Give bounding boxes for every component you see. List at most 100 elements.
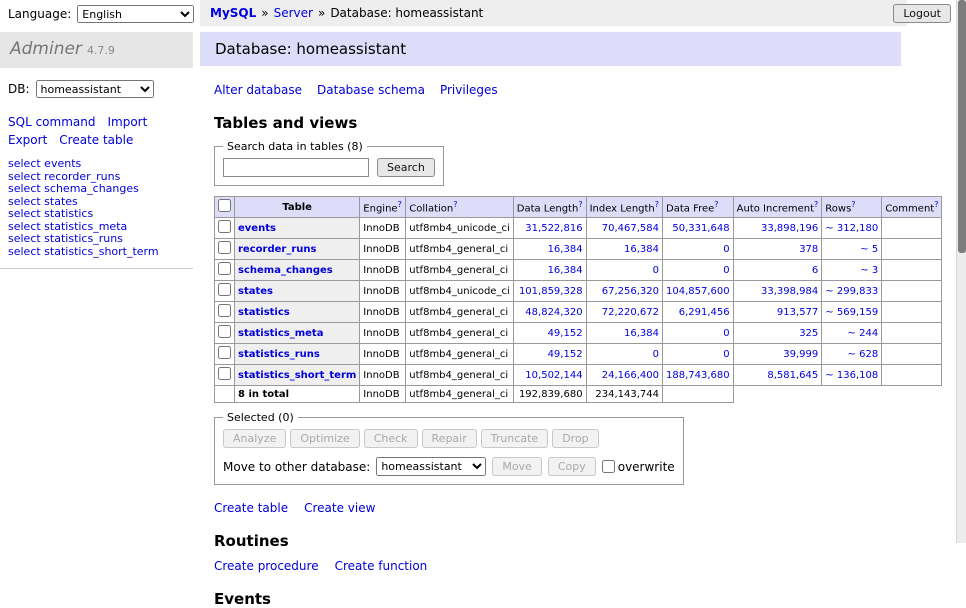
sidebar-actions: SQL command Import Export Create table [8,113,185,149]
overwrite-checkbox[interactable] [602,460,615,473]
help-icon[interactable]: ? [814,200,818,209]
total-data-length: 192,839,680 [513,386,586,403]
search-input[interactable] [223,158,369,177]
rows-count-link[interactable]: ~ 628 [848,349,879,360]
help-icon[interactable]: ? [934,200,938,209]
select-all-checkbox[interactable] [218,199,231,212]
table-link[interactable]: statistics [238,307,290,318]
table-link[interactable]: statistics_meta [238,328,323,339]
col-header-data-free: Data Free? [663,197,734,218]
comment-cell [882,260,942,281]
row-checkbox[interactable] [218,346,231,359]
rows-count-cell: ~ 312,180 [822,218,882,239]
db-select[interactable]: homeassistant [36,80,154,98]
rows-count-link[interactable]: ~ 136,108 [825,370,878,381]
help-icon[interactable]: ? [453,200,457,209]
table-link[interactable]: states [238,286,273,297]
analyze-button[interactable]: Analyze [223,429,286,448]
row-checkbox[interactable] [218,241,231,254]
database-schema-link[interactable]: Database schema [317,83,425,97]
collation-cell: utf8mb4_general_ci [406,365,513,386]
rows-count-link[interactable]: ~ 5 [860,244,878,255]
collation-cell: utf8mb4_general_ci [406,302,513,323]
sidebar-item-select-statistics-runs[interactable]: select statistics_runs [8,233,185,246]
copy-button[interactable]: Copy [548,457,596,476]
breadcrumb-server-link[interactable]: Server [274,6,313,20]
create-table-link[interactable]: Create table [59,133,133,147]
move-db-select[interactable]: homeassistant [376,457,486,476]
index-length-cell: 24,166,400 [586,365,662,386]
sidebar-item-select-statistics-short-term[interactable]: select statistics_short_term [8,246,185,259]
table-row: statistics_runs InnoDB utf8mb4_general_c… [215,344,942,365]
collation-cell: utf8mb4_general_ci [406,260,513,281]
table-link[interactable]: schema_changes [238,265,333,276]
data-length-cell: 49,152 [513,323,586,344]
rows-count-link[interactable]: ~ 3 [860,265,878,276]
rows-count-link[interactable]: ~ 299,833 [825,286,878,297]
help-icon[interactable]: ? [851,200,855,209]
col-header-collation: Collation? [406,197,513,218]
help-icon[interactable]: ? [398,200,402,209]
breadcrumb: MySQL » Server » Database: homeassistant [200,0,907,26]
page-title: Database: homeassistant [200,32,901,66]
repair-button[interactable]: Repair [422,429,477,448]
help-icon[interactable]: ? [655,200,659,209]
import-link[interactable]: Import [107,115,147,129]
data-length-cell: 10,502,144 [513,365,586,386]
col-header-engine: Engine? [360,197,406,218]
create-table-bottom-link[interactable]: Create table [214,501,288,515]
search-button[interactable]: Search [377,158,435,177]
sql-command-link[interactable]: SQL command [8,115,95,129]
scrollbar[interactable] [956,0,966,543]
create-procedure-link[interactable]: Create procedure [214,559,319,573]
row-checkbox[interactable] [218,262,231,275]
row-checkbox[interactable] [218,220,231,233]
col-header-data-length: Data Length? [513,197,586,218]
overwrite-label[interactable]: overwrite [618,460,675,474]
search-fieldset: Search data in tables (8) Search [214,140,444,186]
export-link[interactable]: Export [8,133,47,147]
help-icon[interactable]: ? [578,200,582,209]
table-link[interactable]: events [238,223,276,234]
drop-button[interactable]: Drop [552,429,598,448]
table-link[interactable]: statistics_short_term [238,370,356,381]
engine-cell: InnoDB [360,302,406,323]
table-link[interactable]: recorder_runs [238,244,316,255]
rows-count-link[interactable]: ~ 312,180 [825,223,878,234]
rows-count-link[interactable]: ~ 244 [848,328,879,339]
scrollbar-thumb[interactable] [958,0,966,253]
alter-database-link[interactable]: Alter database [214,83,302,97]
move-button[interactable]: Move [492,457,542,476]
language-select[interactable]: English [77,5,194,23]
data-length-cell: 31,522,816 [513,218,586,239]
col-header-rows: Rows? [822,197,882,218]
create-function-link[interactable]: Create function [335,559,428,573]
auto-increment-cell: 913,577 [733,302,822,323]
total-label: 8 in total [235,386,360,403]
breadcrumb-driver-link[interactable]: MySQL [210,6,256,20]
privileges-link[interactable]: Privileges [440,83,498,97]
logout-button[interactable]: Logout [893,4,951,23]
data-length-cell: 16,384 [513,239,586,260]
rows-count-cell: ~ 136,108 [822,365,882,386]
truncate-button[interactable]: Truncate [481,429,548,448]
collation-cell: utf8mb4_general_ci [406,344,513,365]
collation-cell: utf8mb4_unicode_ci [406,281,513,302]
row-checkbox[interactable] [218,367,231,380]
rows-count-cell: ~ 244 [822,323,882,344]
create-view-link[interactable]: Create view [304,501,375,515]
sidebar-item-select-schema-changes[interactable]: select schema_changes [8,183,185,196]
optimize-button[interactable]: Optimize [290,429,359,448]
sidebar-item-select-statistics[interactable]: select statistics [8,208,185,221]
sidebar-item-select-events[interactable]: select events [8,158,185,171]
table-row: events InnoDB utf8mb4_unicode_ci 31,522,… [215,218,942,239]
comment-cell [882,281,942,302]
total-collation: utf8mb4_general_ci [406,386,513,403]
row-checkbox[interactable] [218,325,231,338]
help-icon[interactable]: ? [714,200,718,209]
row-checkbox[interactable] [218,304,231,317]
rows-count-link[interactable]: ~ 569,159 [825,307,878,318]
check-button[interactable]: Check [364,429,418,448]
row-checkbox[interactable] [218,283,231,296]
table-link[interactable]: statistics_runs [238,349,320,360]
